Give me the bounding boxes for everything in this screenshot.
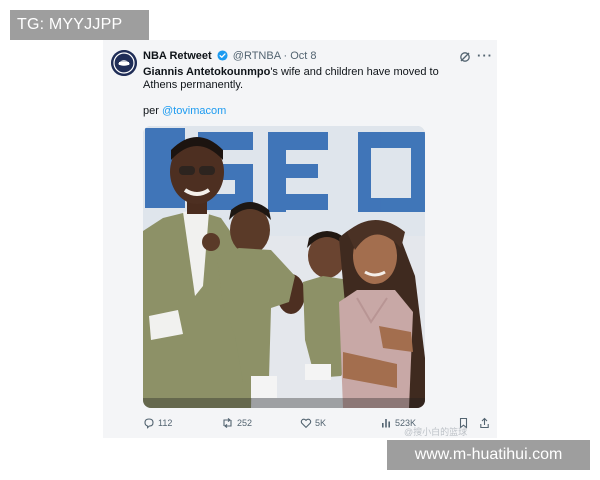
watermark-bottom: www.m-huatihui.com [387, 440, 590, 470]
header-separator: · [283, 50, 288, 62]
author-name[interactable]: NBA Retweet [143, 50, 212, 62]
share-action[interactable] [479, 417, 490, 429]
like-action[interactable]: 5K [300, 417, 326, 429]
verified-badge-icon [217, 50, 228, 64]
tweet-header: NBA Retweet @RTNBA · Oct 8 [143, 50, 317, 64]
tweet-card[interactable]: NBA Retweet @RTNBA · Oct 8 ··· Giannis A… [103, 40, 497, 438]
overlay-watermark: @搜小白的篮球 [404, 425, 467, 438]
like-icon[interactable] [300, 417, 312, 429]
watermark-top: TG: MYYJJPP [10, 10, 149, 40]
share-icon[interactable] [479, 417, 490, 429]
views-icon[interactable] [380, 417, 392, 429]
more-icon[interactable]: ··· [477, 48, 493, 63]
reply-count: 112 [158, 418, 173, 428]
like-count: 5K [315, 418, 327, 428]
overlay-watermark-text: @搜小白的篮球 [404, 427, 468, 437]
author-handle[interactable]: @RTNBA [233, 50, 281, 62]
repost-count: 252 [237, 418, 253, 428]
post-text-bold[interactable]: Giannis Antetokounmpo [143, 66, 270, 78]
credit-line: per @tovimacom [143, 105, 226, 117]
post-text: Giannis Antetokounmpo's wife and childre… [143, 66, 473, 92]
reply-icon[interactable] [143, 417, 155, 429]
credit-prefix: per [143, 105, 159, 117]
tweet-photo[interactable] [143, 126, 425, 408]
credit-link[interactable]: @tovimacom [162, 105, 226, 117]
reply-action[interactable]: 112 [143, 417, 172, 429]
post-date[interactable]: Oct 8 [290, 50, 316, 62]
repost-action[interactable]: 252 [221, 417, 252, 429]
repost-icon[interactable] [221, 417, 234, 429]
avatar[interactable] [111, 50, 137, 76]
